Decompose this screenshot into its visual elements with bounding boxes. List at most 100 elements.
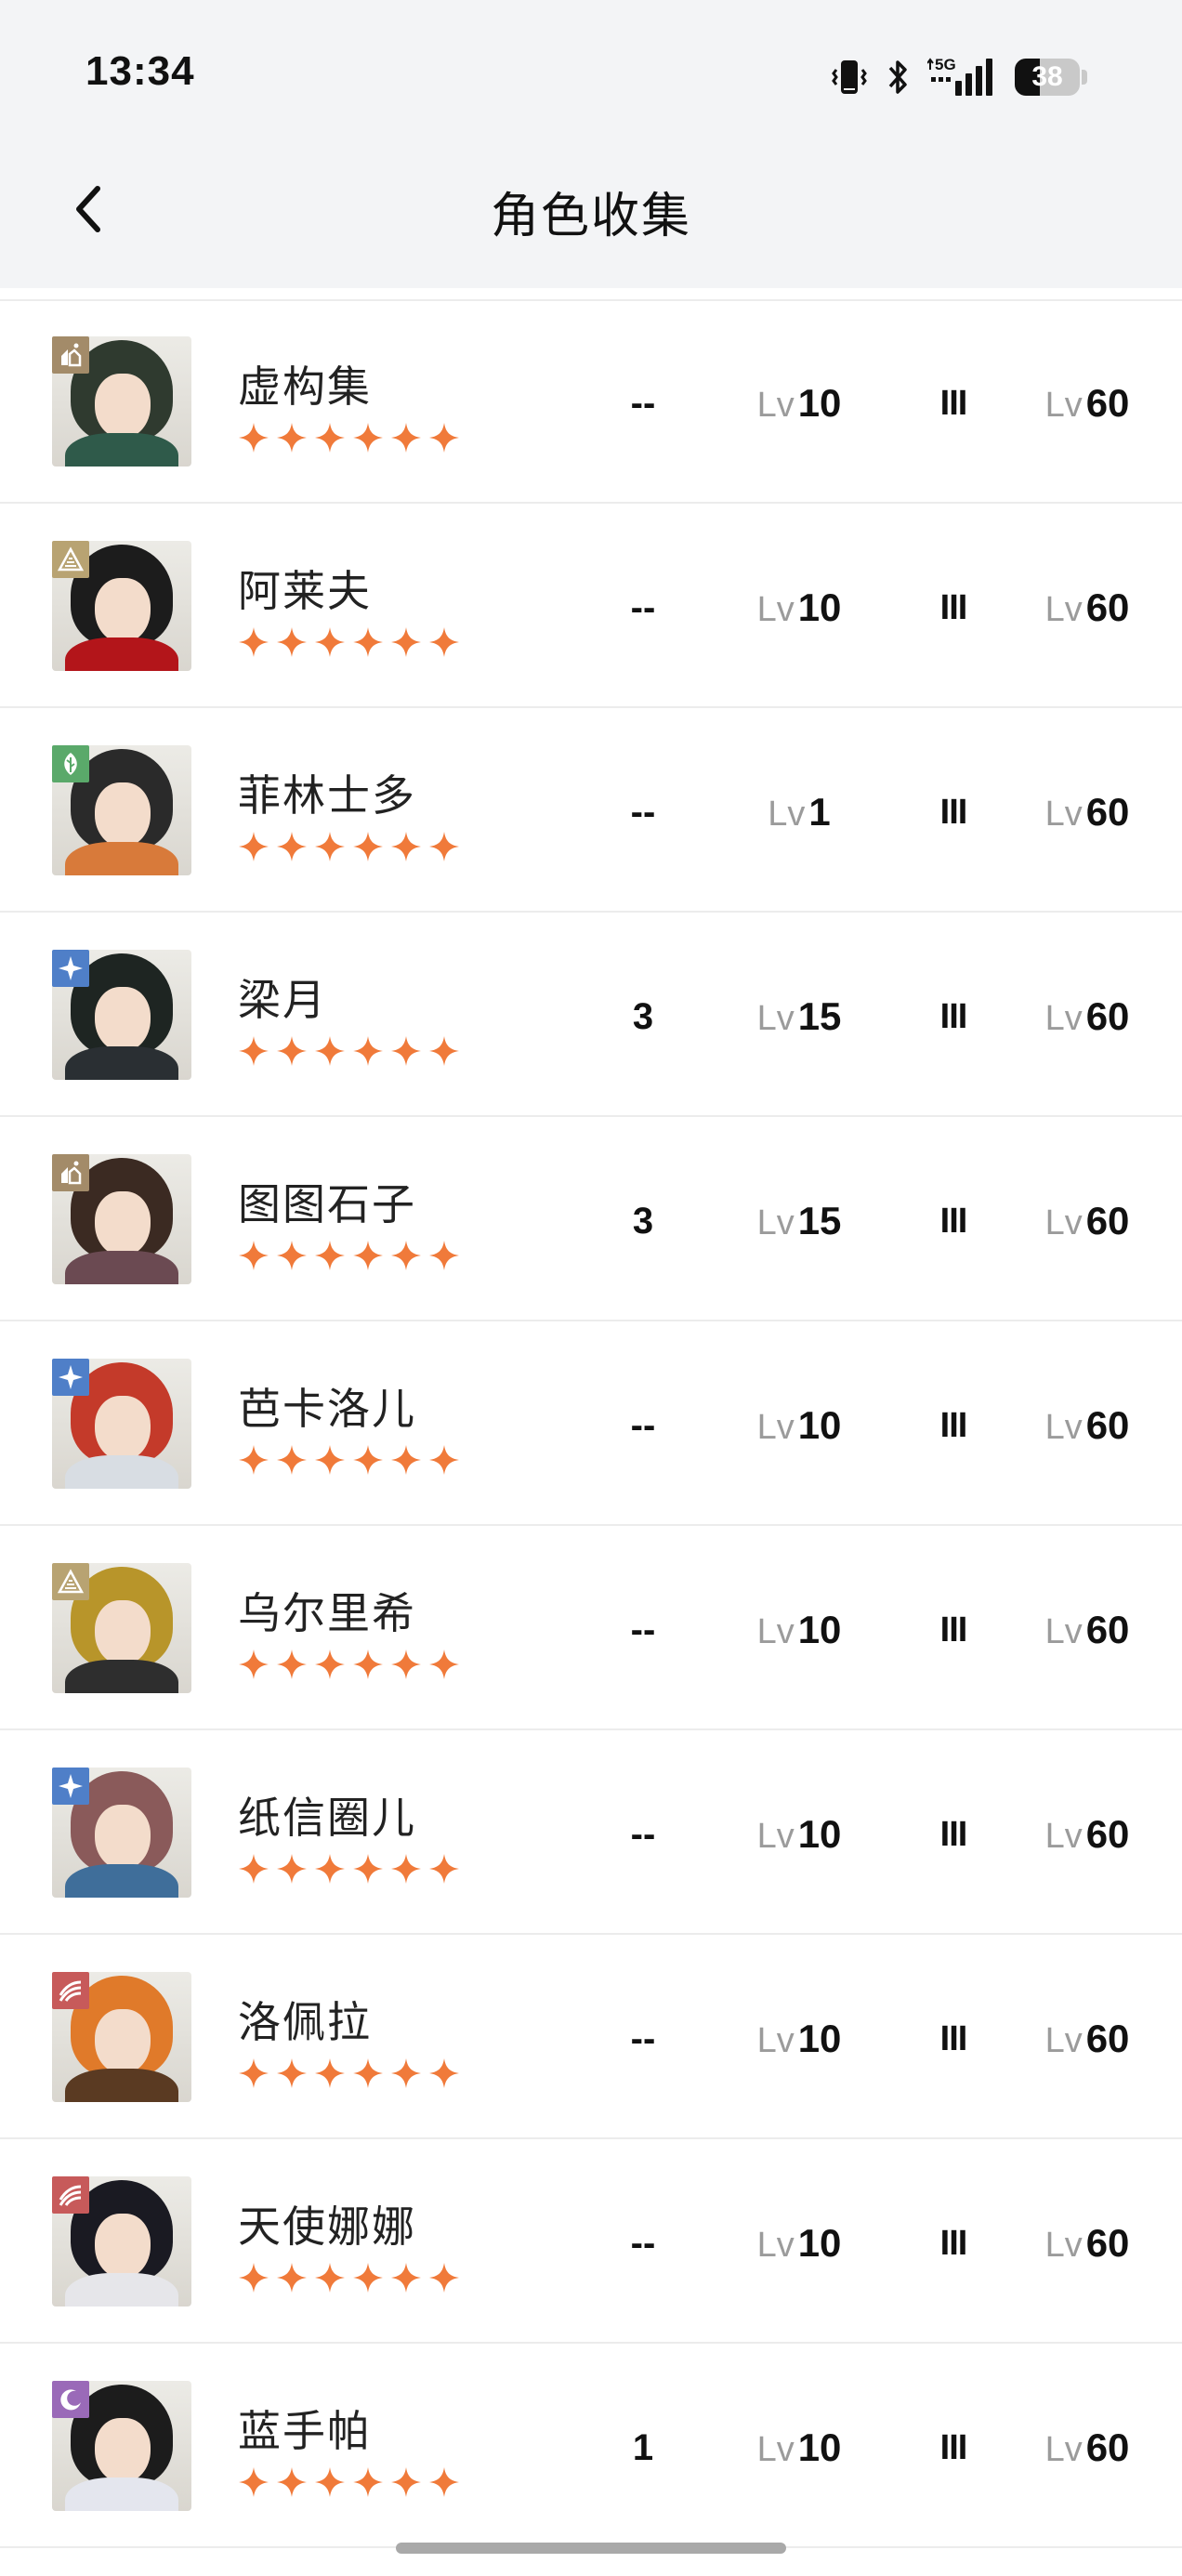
star-icon	[428, 1853, 460, 1885]
insight-rank: III	[939, 588, 968, 627]
max-level-value: 60	[1085, 790, 1130, 834]
star-icon	[276, 422, 308, 453]
character-row[interactable]: 菲林士多 -- Lv1 III Lv60	[0, 708, 1182, 913]
star-icon	[352, 1240, 384, 1271]
vibrate-icon	[831, 57, 868, 98]
level-prefix: Lv	[756, 1817, 795, 1856]
character-row[interactable]: 阿莱夫 -- Lv10 III Lv60	[0, 504, 1182, 708]
star-icon	[314, 2262, 346, 2293]
star-icon	[352, 2262, 384, 2293]
character-name: 梁月	[238, 975, 327, 1025]
character-row[interactable]: 纸信圈儿 -- Lv10 III Lv60	[0, 1730, 1182, 1935]
character-level: Lv10	[734, 2219, 864, 2267]
duplicate-count: --	[630, 1610, 656, 1650]
element-intellect-icon	[52, 1563, 89, 1600]
star-icon	[238, 422, 269, 453]
character-row[interactable]: 虚构集 -- Lv10 III Lv60	[0, 299, 1182, 504]
rarity-stars	[238, 1853, 460, 1885]
star-icon	[238, 1853, 269, 1885]
duplicate-count: --	[630, 1814, 656, 1855]
level-value: 1	[808, 790, 831, 834]
level-prefix: Lv	[1044, 2021, 1083, 2060]
element-mineral-icon	[52, 336, 89, 374]
max-level-value: 60	[1085, 1403, 1130, 1447]
level-prefix: Lv	[756, 2226, 795, 2265]
signal-icon: 5G	[927, 55, 998, 99]
star-icon	[352, 1444, 384, 1476]
rarity-stars	[238, 2466, 460, 2498]
star-icon	[428, 1649, 460, 1680]
character-name: 乌尔里希	[238, 1588, 416, 1638]
character-row[interactable]: 乌尔里希 -- Lv10 III Lv60	[0, 1526, 1182, 1730]
duplicate-count: 3	[632, 996, 654, 1037]
element-intellect-icon	[52, 541, 89, 578]
star-icon	[390, 1649, 422, 1680]
character-name: 图图石子	[238, 1179, 416, 1229]
star-icon	[428, 2262, 460, 2293]
star-icon	[276, 1649, 308, 1680]
star-icon	[428, 1240, 460, 1271]
rarity-stars	[238, 2057, 460, 2089]
element-beast-icon	[52, 2176, 89, 2214]
character-name: 蓝手帕	[238, 2406, 372, 2456]
character-level: Lv10	[734, 2015, 864, 2063]
max-level: Lv60	[1022, 1810, 1152, 1859]
character-row[interactable]: 梁月 3 Lv15 III Lv60	[0, 913, 1182, 1117]
max-level: Lv60	[1022, 1401, 1152, 1450]
star-icon	[276, 626, 308, 658]
star-icon	[238, 2466, 269, 2498]
character-name: 纸信圈儿	[238, 1793, 416, 1843]
star-icon	[352, 1035, 384, 1067]
level-prefix: Lv	[756, 1408, 795, 1447]
duplicate-count: --	[630, 792, 656, 833]
element-star-icon	[52, 1359, 89, 1396]
star-icon	[390, 626, 422, 658]
star-icon	[238, 1444, 269, 1476]
star-icon	[276, 1853, 308, 1885]
level-prefix: Lv	[1044, 2430, 1083, 2469]
character-row[interactable]: 蓝手帕 1 Lv10 III Lv60	[0, 2344, 1182, 2548]
character-row[interactable]: 图图石子 3 Lv15 III Lv60	[0, 1117, 1182, 1321]
insight-rank: III	[939, 2428, 968, 2467]
character-name: 天使娜娜	[238, 2201, 416, 2252]
level-prefix: Lv	[1044, 1612, 1083, 1651]
max-level: Lv60	[1022, 1606, 1152, 1654]
star-icon	[314, 1649, 346, 1680]
star-icon	[238, 1649, 269, 1680]
level-prefix: Lv	[1044, 1203, 1083, 1242]
max-level-value: 60	[1085, 381, 1130, 425]
star-icon	[314, 1853, 346, 1885]
star-icon	[314, 1240, 346, 1271]
character-name: 芭卡洛儿	[238, 1384, 416, 1434]
element-plant-icon	[52, 745, 89, 782]
character-row[interactable]: 芭卡洛儿 -- Lv10 III Lv60	[0, 1321, 1182, 1526]
star-icon	[428, 1035, 460, 1067]
level-prefix: Lv	[756, 1612, 795, 1651]
star-icon	[314, 1444, 346, 1476]
level-prefix: Lv	[1044, 795, 1083, 834]
battery-icon: 38	[1015, 59, 1089, 96]
level-value: 10	[797, 2221, 842, 2265]
character-row[interactable]: 天使娜娜 -- Lv10 III Lv60	[0, 2139, 1182, 2344]
level-prefix: Lv	[756, 386, 795, 425]
star-icon	[314, 831, 346, 862]
level-prefix: Lv	[756, 590, 795, 629]
battery-level: 38	[1031, 61, 1063, 92]
level-value: 10	[797, 585, 842, 629]
rarity-stars	[238, 626, 460, 658]
level-prefix: Lv	[1044, 590, 1083, 629]
level-prefix: Lv	[1044, 999, 1083, 1038]
max-level: Lv60	[1022, 2219, 1152, 2267]
star-icon	[276, 831, 308, 862]
home-indicator[interactable]	[396, 2543, 786, 2554]
character-row[interactable]: 洛佩拉 -- Lv10 III Lv60	[0, 1935, 1182, 2139]
element-star-icon	[52, 950, 89, 987]
character-name: 洛佩拉	[238, 1997, 372, 2047]
star-icon	[314, 626, 346, 658]
star-icon	[314, 2466, 346, 2498]
star-icon	[238, 1035, 269, 1067]
max-level-value: 60	[1085, 1608, 1130, 1651]
insight-rank: III	[939, 1202, 968, 1241]
level-prefix: Lv	[768, 795, 806, 834]
max-level: Lv60	[1022, 2424, 1152, 2472]
